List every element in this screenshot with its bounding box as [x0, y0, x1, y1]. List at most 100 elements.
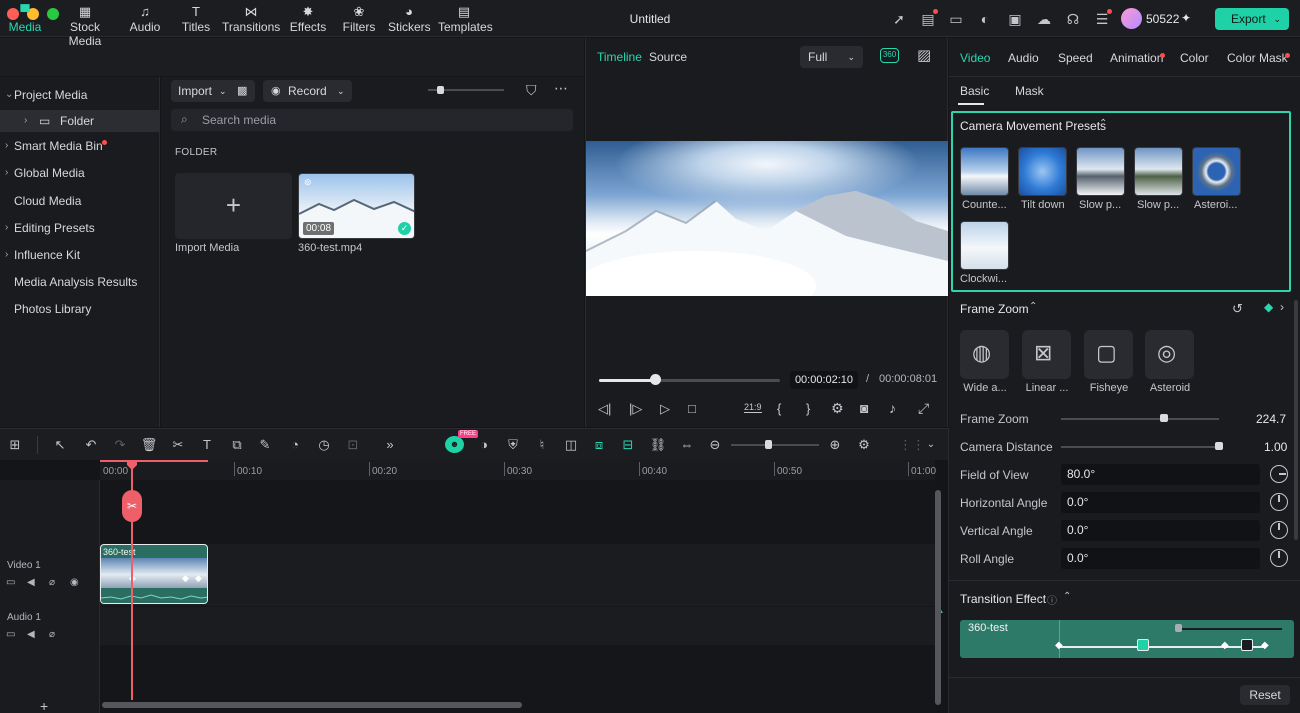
- tab-animation[interactable]: Animation: [1110, 51, 1163, 65]
- chevron-up-icon[interactable]: ⌃: [1099, 118, 1107, 129]
- tab-titles[interactable]: T Titles: [177, 4, 215, 36]
- timeline-settings-icon[interactable]: ⚙: [855, 437, 873, 453]
- reset-button[interactable]: Reset: [1240, 685, 1290, 705]
- tree-project-media[interactable]: ⌄ Project Media: [0, 84, 160, 106]
- redo-icon[interactable]: ↷: [111, 437, 129, 453]
- quality-dropdown[interactable]: Full ⌄: [800, 46, 863, 68]
- import-dropdown[interactable]: Import ⌄ ▩: [171, 80, 255, 102]
- more-tools-icon[interactable]: »: [381, 437, 399, 453]
- tab-video[interactable]: Video: [960, 51, 990, 65]
- camera-distance-value[interactable]: 1.00: [1264, 440, 1287, 454]
- preset-clockwise[interactable]: [960, 221, 1009, 270]
- tree-folder[interactable]: › ▭ Folder: [0, 110, 160, 132]
- help-icon[interactable]: ⓘ: [1047, 592, 1057, 607]
- video-track[interactable]: [100, 544, 935, 606]
- preset-asteroid[interactable]: [1192, 147, 1241, 196]
- tab-audio[interactable]: ♫ Audio: [126, 4, 164, 36]
- fov-input[interactable]: 80.0°: [1061, 464, 1260, 485]
- stop-icon[interactable]: □: [688, 401, 696, 416]
- import-media-card[interactable]: +: [175, 173, 292, 239]
- layout-grid-icon[interactable]: ⊞: [6, 437, 24, 453]
- grid-dots-icon[interactable]: ⋮⋮: [899, 437, 925, 453]
- keyframe-diamond-icon[interactable]: ◆: [195, 573, 202, 584]
- fov-dial-icon[interactable]: [1270, 465, 1288, 483]
- tree-cloud-media[interactable]: Cloud Media: [0, 190, 160, 212]
- tab-color-mask[interactable]: Color Mask: [1227, 51, 1288, 65]
- scissors-icon[interactable]: ✂: [169, 437, 187, 453]
- chevron-up-icon[interactable]: ⌃: [1029, 301, 1037, 312]
- delete-icon[interactable]: 🗑: [140, 437, 158, 453]
- transition-intensity-knob[interactable]: [1175, 624, 1182, 632]
- snap-icon[interactable]: ⧈: [590, 437, 608, 453]
- playback-progress-track[interactable]: [599, 379, 780, 382]
- freeze-frame-icon[interactable]: ⊡: [344, 437, 362, 453]
- tab-effects[interactable]: ✸ Effects: [288, 4, 328, 36]
- send-icon[interactable]: ➚: [890, 10, 908, 28]
- shield-icon[interactable]: ⛨: [504, 437, 522, 453]
- timeline-zoom-slider[interactable]: [731, 444, 819, 446]
- qr-code-icon[interactable]: ▩: [237, 80, 247, 102]
- undo-icon[interactable]: ↶: [82, 437, 100, 453]
- tree-photos-library[interactable]: Photos Library: [0, 298, 160, 320]
- aspect-ratio-badge[interactable]: 21:9: [744, 402, 762, 413]
- vertical-angle-dial-icon[interactable]: [1270, 521, 1288, 539]
- speaker-icon[interactable]: ◀: [27, 577, 35, 588]
- render-settings-icon[interactable]: ⚙: [831, 400, 844, 417]
- folder-icon[interactable]: ▭: [6, 629, 15, 640]
- roll-angle-input[interactable]: 0.0°: [1061, 548, 1260, 569]
- speed-icon[interactable]: ◔: [286, 437, 304, 453]
- frame-zoom-slider[interactable]: [1061, 418, 1219, 420]
- transition-effect-track[interactable]: 360-test ◆ ◆ ◆: [960, 620, 1294, 658]
- tab-filters[interactable]: ❀ Filters: [340, 4, 378, 36]
- chevron-up-icon[interactable]: ⌃: [1063, 591, 1071, 602]
- zoom-mode-linear[interactable]: ⊠: [1022, 330, 1071, 379]
- folder-icon[interactable]: ▭: [6, 577, 15, 588]
- tab-stock-media[interactable]: ▦ Stock Media: [52, 4, 118, 48]
- mark-in-icon[interactable]: {: [777, 401, 781, 416]
- tree-editing-presets[interactable]: › Editing Presets: [0, 217, 160, 239]
- tree-global-media[interactable]: › Global Media: [0, 162, 160, 184]
- save-icon[interactable]: ▣: [1006, 10, 1024, 28]
- tab-media[interactable]: ▀ Media: [6, 4, 44, 36]
- mark-out-icon[interactable]: }: [806, 401, 810, 416]
- timeline-clip[interactable]: 360-test ◆ ◆ ◆: [100, 544, 208, 604]
- zoom-mode-wide-angle[interactable]: ◍: [960, 330, 1009, 379]
- text-icon[interactable]: T: [198, 437, 216, 453]
- preset-slow-pan-1[interactable]: [1076, 147, 1125, 196]
- media-clip-thumbnail[interactable]: ⊚ 00:08 ✓: [298, 173, 415, 239]
- horizontal-angle-input[interactable]: 0.0°: [1061, 492, 1260, 513]
- ai-robot-icon[interactable]: ☻: [445, 436, 464, 453]
- timer-icon[interactable]: ◷: [315, 437, 333, 453]
- reset-rotate-icon[interactable]: ↺: [1232, 301, 1243, 317]
- preset-slow-pan-2[interactable]: [1134, 147, 1183, 196]
- split-scissors-icon[interactable]: ✂: [122, 490, 142, 522]
- eye-icon[interactable]: ◉: [70, 577, 79, 588]
- keyframe-square-icon[interactable]: [1241, 639, 1253, 651]
- tab-stickers[interactable]: ◕ Stickers: [388, 4, 431, 36]
- keyframe-square-icon[interactable]: [1137, 639, 1149, 651]
- more-icon[interactable]: ⋯: [554, 80, 568, 97]
- speaker-icon[interactable]: ◀: [27, 629, 35, 640]
- preset-tilt-down[interactable]: [1018, 147, 1067, 196]
- audio-track[interactable]: [100, 607, 935, 645]
- volume-icon[interactable]: ♪: [889, 400, 896, 416]
- zoom-mode-fisheye[interactable]: ▢: [1084, 330, 1133, 379]
- search-input[interactable]: ⌕ Search media: [171, 109, 573, 131]
- lock-off-icon[interactable]: ⌀: [49, 577, 55, 588]
- tree-media-analysis[interactable]: Media Analysis Results: [0, 271, 160, 293]
- split-screen-icon[interactable]: ◫: [562, 437, 580, 453]
- snapshot-image-icon[interactable]: ▨: [917, 46, 931, 64]
- link-track-icon[interactable]: ⊟: [619, 437, 637, 453]
- color-pen-icon[interactable]: ✎: [256, 437, 274, 453]
- add-track-icon[interactable]: +: [40, 698, 48, 713]
- filter-icon[interactable]: ⛉: [526, 82, 537, 99]
- auto-reframe-icon[interactable]: ◑: [475, 437, 493, 453]
- tips-icon[interactable]: ◐: [976, 10, 994, 28]
- 360-view-icon[interactable]: 360: [880, 48, 899, 63]
- audio-sync-icon[interactable]: ♮: [533, 437, 551, 453]
- tab-source-preview[interactable]: Source: [649, 50, 687, 64]
- keyframe-diamond-icon[interactable]: ◆: [1055, 640, 1063, 651]
- subtab-basic[interactable]: Basic: [960, 84, 989, 98]
- tab-audio-props[interactable]: Audio: [1008, 51, 1039, 65]
- keyframe-diamond-icon[interactable]: ◆: [182, 573, 189, 584]
